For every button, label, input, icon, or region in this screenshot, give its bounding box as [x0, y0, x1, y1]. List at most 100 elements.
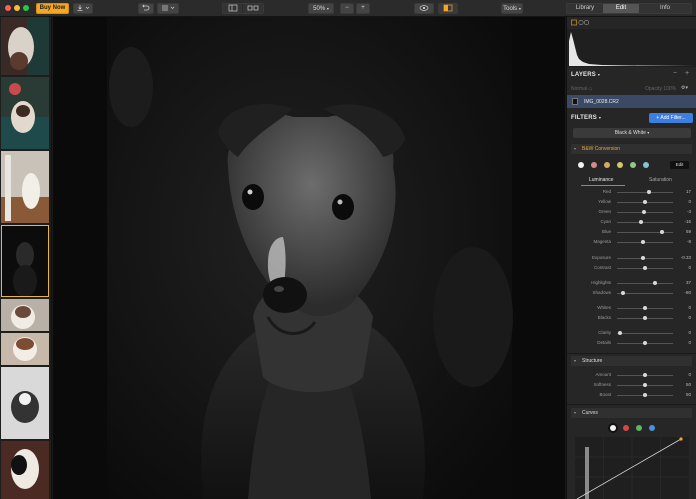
slider-value[interactable]: 0: [675, 340, 691, 345]
color-yellow-swatch[interactable]: [617, 162, 623, 168]
slider-value[interactable]: -0.33: [675, 255, 691, 260]
slider-knob[interactable]: [647, 190, 652, 194]
add-layer-button[interactable]: +: [685, 70, 689, 77]
slider-shadows[interactable]: Shadows -80: [573, 289, 691, 298]
slider-softness[interactable]: Softness 50: [573, 381, 691, 390]
slider-knob[interactable]: [643, 341, 647, 345]
color-white-swatch[interactable]: [578, 162, 584, 168]
slider-clarity[interactable]: Clarity 0: [573, 329, 691, 338]
slider-whites[interactable]: Whites 0: [573, 304, 691, 313]
slider-knob[interactable]: [640, 256, 645, 260]
slider-knob[interactable]: [617, 331, 622, 335]
slider-value[interactable]: 0: [675, 199, 691, 204]
slider-value[interactable]: 50: [675, 392, 691, 397]
thumbnail-2[interactable]: [1, 77, 49, 149]
slider-knob[interactable]: [643, 266, 647, 270]
layer-row[interactable]: IMG_0028.CR2: [567, 95, 696, 108]
slider-knob[interactable]: [643, 306, 647, 310]
slider-boost[interactable]: Boost 50: [573, 391, 691, 400]
slider-track[interactable]: [617, 192, 673, 193]
slider-blacks[interactable]: Blacks 0: [573, 314, 691, 323]
curves-header[interactable]: ▾ Curves: [571, 408, 692, 418]
curve-channel-red[interactable]: [623, 425, 629, 431]
slider-details[interactable]: Details 0: [573, 339, 691, 348]
slider-knob[interactable]: [653, 281, 658, 285]
slider-track[interactable]: [617, 232, 673, 233]
slider-track[interactable]: [617, 293, 673, 294]
zoom-window-button[interactable]: [23, 5, 29, 11]
histogram-icon[interactable]: [571, 19, 577, 26]
color-cyan-swatch[interactable]: [643, 162, 649, 168]
zoom-level-dropdown[interactable]: 50% ▾: [308, 3, 334, 14]
remove-layer-button[interactable]: −: [673, 70, 677, 77]
slider-knob[interactable]: [643, 200, 647, 204]
slider-cyan[interactable]: Cyan -16: [573, 218, 691, 227]
info-icon[interactable]: [578, 19, 584, 26]
tab-luminance[interactable]: Luminance: [589, 177, 613, 183]
thumbnail-4-selected[interactable]: [1, 225, 49, 297]
slider-knob[interactable]: [643, 373, 647, 377]
zoom-in-button[interactable]: +: [356, 3, 370, 14]
slider-blue[interactable]: Blue 59: [573, 228, 691, 237]
tab-edit[interactable]: Edit: [603, 4, 639, 13]
view-options-button[interactable]: [157, 3, 179, 14]
curve-channel-green[interactable]: [636, 425, 642, 431]
slider-magenta[interactable]: Magenta -8: [573, 238, 691, 247]
layer-settings-gear-icon[interactable]: ⚙▾: [681, 85, 688, 91]
thumbnail-1[interactable]: [1, 17, 49, 75]
preview-button[interactable]: [414, 3, 434, 14]
tools-dropdown[interactable]: Tools ▾: [501, 3, 523, 14]
thumbnail-7[interactable]: [1, 367, 49, 439]
slider-track[interactable]: [617, 333, 673, 334]
export-button[interactable]: [73, 3, 93, 14]
curve-channel-blue[interactable]: [649, 425, 655, 431]
filters-title[interactable]: FILTERS ▾: [571, 115, 601, 121]
compare-button[interactable]: [438, 3, 458, 14]
add-filter-button[interactable]: + Add Filter...: [649, 113, 693, 123]
slider-value[interactable]: 59: [675, 229, 691, 234]
slider-track[interactable]: [617, 242, 673, 243]
slider-contrast[interactable]: Contrast 0: [573, 264, 691, 273]
tab-info[interactable]: Info: [639, 4, 691, 13]
color-red-swatch[interactable]: [591, 162, 597, 168]
buy-now-button[interactable]: Buy Now: [36, 3, 69, 14]
curve-channel-rgb[interactable]: [610, 425, 616, 431]
slider-knob[interactable]: [620, 291, 625, 295]
slider-value[interactable]: -3: [675, 209, 691, 214]
history-button[interactable]: [138, 3, 154, 14]
thumbnail-3[interactable]: [1, 151, 49, 223]
structure-header[interactable]: ▾ Structure: [571, 356, 692, 366]
slider-knob[interactable]: [638, 220, 643, 224]
blend-mode-select[interactable]: Normal ◇: [571, 86, 592, 92]
thumbnail-5[interactable]: [1, 299, 49, 331]
gear-icon[interactable]: [584, 20, 589, 25]
slider-value[interactable]: -16: [675, 219, 691, 224]
slider-knob[interactable]: [640, 240, 645, 244]
color-orange-swatch[interactable]: [604, 162, 610, 168]
tab-saturation[interactable]: Saturation: [649, 177, 672, 183]
slider-knob[interactable]: [641, 210, 646, 214]
slider-exposure[interactable]: Exposure -0.33: [573, 254, 691, 263]
compare-view-button[interactable]: [243, 4, 263, 13]
edit-colors-button[interactable]: Edit: [670, 161, 689, 169]
sidebar-toggle-button[interactable]: [223, 4, 243, 13]
slider-track[interactable]: [617, 283, 673, 284]
slider-value[interactable]: 17: [675, 189, 691, 194]
slider-value[interactable]: -80: [675, 290, 691, 295]
curves-graph[interactable]: [575, 437, 689, 499]
color-green-swatch[interactable]: [630, 162, 636, 168]
zoom-out-button[interactable]: −: [340, 3, 354, 14]
slider-value[interactable]: 0: [675, 372, 691, 377]
preset-dropdown[interactable]: Black & White ▾: [573, 128, 691, 138]
bw-conversion-header[interactable]: ▾ B&W Conversion: [571, 144, 692, 154]
slider-knob[interactable]: [643, 393, 647, 397]
thumbnail-6[interactable]: [1, 333, 49, 365]
slider-track[interactable]: [617, 258, 673, 259]
slider-value[interactable]: 0: [675, 315, 691, 320]
slider-value[interactable]: 37: [675, 280, 691, 285]
image-canvas[interactable]: [53, 17, 565, 499]
slider-value[interactable]: 0: [675, 265, 691, 270]
slider-yellow[interactable]: Yellow 0: [573, 198, 691, 207]
minimize-window-button[interactable]: [14, 5, 20, 11]
slider-value[interactable]: 0: [675, 330, 691, 335]
